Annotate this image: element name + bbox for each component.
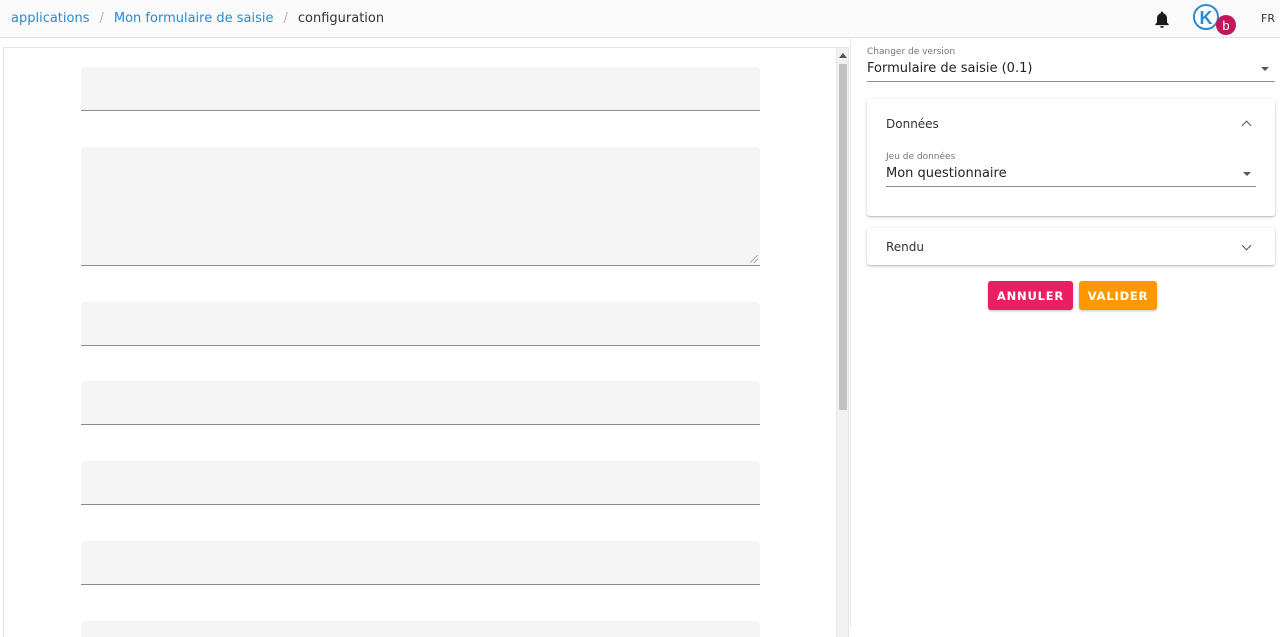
text-field[interactable] xyxy=(81,67,760,111)
form-preview xyxy=(3,47,849,637)
version-value[interactable]: Formulaire de saisie (0.1) xyxy=(867,61,1032,76)
logo-icon: K xyxy=(1193,4,1219,30)
avatar[interactable]: K b xyxy=(1192,4,1240,36)
dataset-value[interactable]: Mon questionnaire xyxy=(886,166,1007,181)
version-label: Changer de version xyxy=(867,47,956,57)
breadcrumb-current: configuration xyxy=(297,11,385,26)
bell-icon[interactable] xyxy=(1153,10,1171,29)
scroll-up-arrow-icon[interactable] xyxy=(839,53,847,58)
top-bar: applications / Mon formulaire de saisie … xyxy=(0,0,1280,38)
breadcrumb-applications[interactable]: applications xyxy=(11,11,89,26)
chevron-down-icon[interactable] xyxy=(1241,240,1252,251)
resize-handle-icon[interactable] xyxy=(750,255,758,263)
text-field[interactable] xyxy=(81,621,760,637)
render-panel[interactable]: Rendu xyxy=(867,228,1275,265)
dataset-underline xyxy=(886,186,1256,187)
text-field[interactable] xyxy=(81,302,760,346)
dropdown-caret-icon[interactable] xyxy=(1243,172,1251,176)
render-panel-title[interactable]: Rendu xyxy=(886,240,924,254)
dataset-label: Jeu de données xyxy=(886,152,956,162)
language-selector[interactable]: FR xyxy=(1261,12,1275,25)
breadcrumb-separator: / xyxy=(283,11,288,26)
text-field[interactable] xyxy=(81,461,760,505)
version-underline xyxy=(867,81,1275,82)
scroll-thumb[interactable] xyxy=(839,64,847,410)
config-sidebar: Changer de version Formulaire de saisie … xyxy=(850,38,1280,627)
breadcrumb-separator: / xyxy=(99,11,104,26)
textarea-field[interactable] xyxy=(81,147,760,266)
cancel-button[interactable]: ANNULER xyxy=(988,281,1073,310)
text-field[interactable] xyxy=(81,541,760,585)
svg-text:b: b xyxy=(1222,18,1229,33)
breadcrumb-form[interactable]: Mon formulaire de saisie xyxy=(114,11,274,26)
dropdown-caret-icon[interactable] xyxy=(1261,67,1269,71)
user-badge-icon: b xyxy=(1216,15,1236,35)
scrollbar[interactable] xyxy=(836,48,848,637)
breadcrumb: applications / Mon formulaire de saisie … xyxy=(11,11,384,26)
validate-button[interactable]: VALIDER xyxy=(1079,281,1157,310)
chevron-up-icon[interactable] xyxy=(1241,120,1252,131)
text-field[interactable] xyxy=(81,381,760,425)
data-panel: Données Jeu de données Mon questionnaire xyxy=(867,99,1275,216)
svg-text:K: K xyxy=(1200,8,1213,28)
data-panel-title[interactable]: Données xyxy=(886,117,939,131)
